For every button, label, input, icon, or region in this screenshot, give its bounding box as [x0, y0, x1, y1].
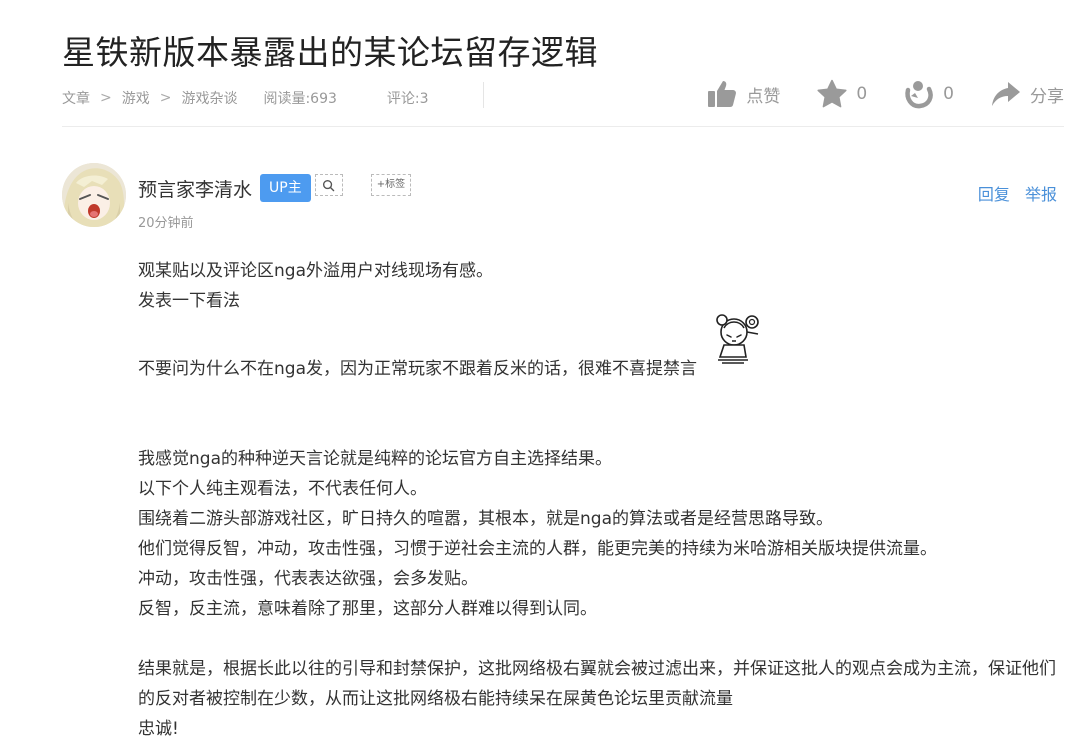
read-count: 阅读量:693 [263, 91, 337, 107]
post-title: 星铁新版本暴露出的某论坛留存逻辑 [62, 33, 598, 72]
post-time: 20分钟前 [138, 216, 194, 231]
paragraph: 反智，反主流，意味着除了那里，这部分人群难以得到认同。 [138, 599, 597, 619]
paragraph: 围绕着二游头部游戏社区，旷日持久的喧嚣，其根本，就是nga的算法或者是经营思路导… [138, 509, 833, 529]
reply-links: 回复 举报 [968, 181, 1057, 205]
paragraph-text: 不要问为什么不在nga发，因为正常玩家不跟着反米的话，很难不喜提禁言 [138, 359, 697, 379]
sticker-image [716, 314, 759, 364]
like-label: 点赞 [746, 86, 781, 107]
paragraph: 发表一下看法 [138, 291, 240, 311]
meta-divider [483, 82, 484, 108]
breadcrumb-item-game-talk[interactable]: 游戏杂谈 [181, 88, 237, 108]
search-button[interactable] [314, 174, 343, 196]
paragraph: 观某贴以及评论区nga外溢用户对线现场有感。 [138, 261, 493, 281]
share-arrow-icon [992, 82, 1020, 106]
like-button[interactable]: 点赞 [706, 78, 780, 110]
author-name[interactable]: 预言家李清水 [138, 175, 252, 202]
favorite-button[interactable]: 0 [816, 78, 867, 110]
favorite-count: 0 [856, 84, 868, 104]
reply-button[interactable]: 回复 [978, 185, 1010, 204]
post-content: 观某贴以及评论区nga外溢用户对线现场有感。 发表一下看法 不要问为什么不在ng… [138, 256, 1058, 744]
hug-icon [905, 81, 933, 109]
up-badge: UP主 [260, 174, 311, 202]
search-icon [323, 179, 335, 191]
report-button[interactable]: 举报 [1025, 185, 1057, 204]
author-avatar[interactable] [62, 163, 126, 227]
paragraph: 以下个人纯主观看法，不代表任何人。 [138, 479, 427, 499]
thumbs-up-icon [708, 81, 737, 107]
post-meta: 文章 > 游戏 > 游戏杂谈 阅读量:693 评论:3 [62, 82, 484, 108]
breadcrumb-separator: > [100, 90, 112, 106]
add-tag-button[interactable]: +标签 [370, 174, 412, 196]
share-label: 分享 [1030, 86, 1064, 107]
paragraph: 结果就是，根据长此以往的引导和封禁保护，这批网络极右翼就会被过滤出来，并保证这批… [138, 659, 1056, 709]
hug-count: 0 [943, 84, 954, 104]
paragraph: 冲动，攻击性强，代表表达欲强，会多发贴。 [138, 569, 478, 589]
comment-count: 评论:3 [386, 91, 429, 107]
header-divider [62, 126, 1064, 127]
paragraph: 他们觉得反智，冲动，攻击性强，习惯于逆社会主流的人群，能更完美的持续为米哈游相关… [138, 539, 937, 559]
star-icon [817, 79, 847, 108]
hug-button[interactable]: 0 [903, 78, 954, 110]
paragraph: 不要问为什么不在nga发，因为正常玩家不跟着反米的话，很难不喜提禁言 [138, 314, 1058, 384]
breadcrumb-item-article[interactable]: 文章 [62, 88, 90, 108]
paragraph: 我感觉nga的种种逆天言论就是纯粹的论坛官方自主选择结果。 [138, 449, 612, 469]
paragraph: 忠诚! [138, 719, 179, 739]
share-button[interactable]: 分享 [990, 78, 1064, 110]
breadcrumb-item-games[interactable]: 游戏 [122, 88, 150, 108]
breadcrumb-separator: > [159, 90, 172, 106]
author-row: 预言家李清水 UP主 +标签 [138, 174, 412, 202]
post-actions: 点赞 0 0 分享 [706, 76, 1064, 112]
